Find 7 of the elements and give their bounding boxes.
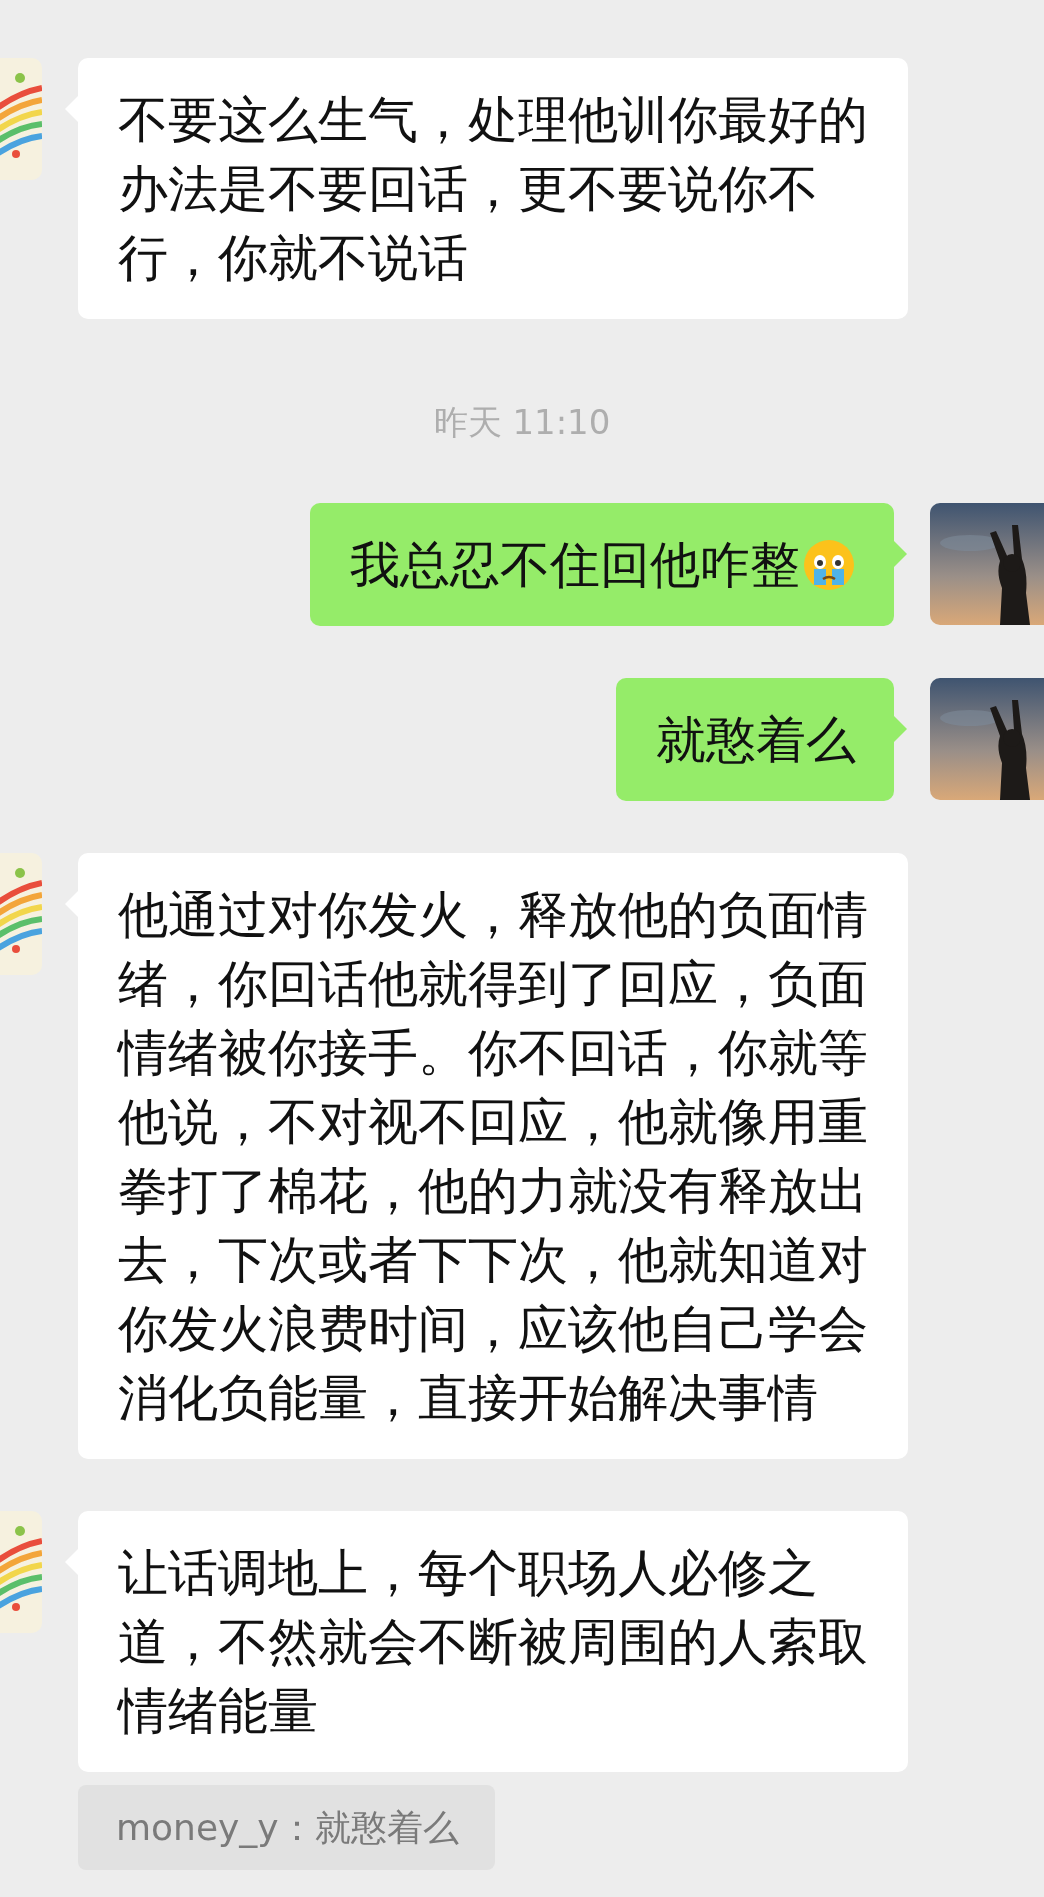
message-text: 不要这么生气，处理他训你最好的办法是不要回话，更不要说你不行，你就不说话 — [118, 91, 868, 287]
timestamp: 昨天 11:10 — [433, 401, 611, 444]
message-text: 我总忍不住回他咋整 — [350, 536, 800, 594]
message-text: 让话调地上，每个职场人必修之道，不然就会不断被周围的人索取情绪能量 — [118, 1544, 868, 1740]
message-text: 就憨着么 — [656, 711, 856, 769]
quoted-message: money_y：就憨着么 — [78, 1785, 495, 1870]
message-text: 他通过对你发火，释放他的负面情绪，你回话他就得到了回应，负面情绪被你接手。你不回话，你就等他说，不对视不回应，他就像用重拳打了棉花，他的力就没有释放出去，下次或者下下次，他就知道对你发火浪费时间，应该他自己学会消化负能量，直接开始解决事情 — [118, 886, 868, 1427]
